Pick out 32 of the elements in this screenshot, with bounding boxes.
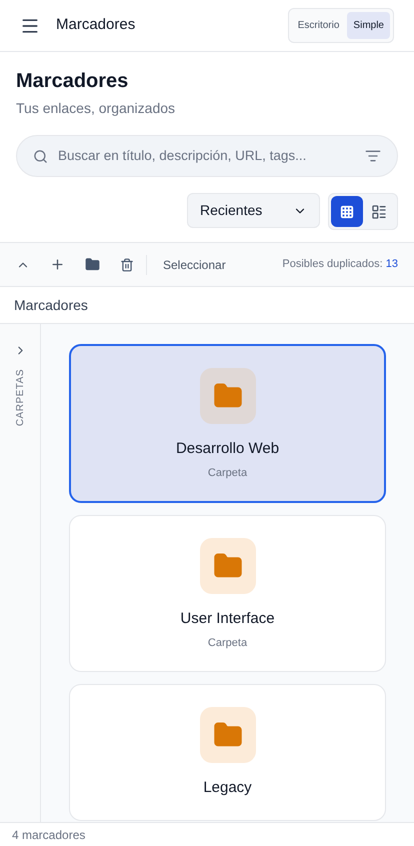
list-icon xyxy=(371,204,387,220)
folder-name: Legacy xyxy=(203,778,252,798)
folder-card[interactable]: Legacy xyxy=(69,684,386,820)
sidebar-label: CARPETAS xyxy=(14,369,26,426)
view-toggle[interactable] xyxy=(331,196,363,227)
folder-type: Carpeta xyxy=(208,636,248,650)
folder-type: Carpeta xyxy=(208,466,248,480)
breadcrumb: Marcadores xyxy=(14,296,88,314)
grid-icon xyxy=(340,204,354,218)
duplicates-label: Posibles duplicados: 13 xyxy=(282,257,398,272)
app-title: Marcadores xyxy=(56,15,136,36)
folder-name: User Interface xyxy=(180,609,275,629)
folder-icon xyxy=(200,368,256,424)
folder-button[interactable] xyxy=(85,257,100,272)
search-bar[interactable]: Buscar en título, descripción, URL, tags... xyxy=(16,135,398,177)
add-button[interactable] xyxy=(50,257,65,272)
folder-icon xyxy=(200,538,256,594)
page-subtitle: Tus enlaces, organizados xyxy=(16,99,176,118)
sort-select[interactable]: Recientes xyxy=(187,193,320,228)
select-button[interactable]: Seleccionar xyxy=(163,256,226,274)
folder-card[interactable]: Desarrollo Web Carpeta xyxy=(69,344,386,503)
search-field[interactable]: Buscar en título, descripción, URL, tags... xyxy=(58,146,355,166)
folder-card[interactable]: User Interface Carpeta xyxy=(69,515,386,672)
mode-tab[interactable]: Simple xyxy=(347,12,390,39)
mode-tab[interactable]: Escritorio xyxy=(292,12,346,39)
filter-icon[interactable] xyxy=(365,148,381,164)
page-title: Marcadores xyxy=(16,69,130,94)
folder-name: Desarrollo Web xyxy=(176,439,280,459)
delete-button[interactable] xyxy=(120,258,134,272)
folder-icon xyxy=(200,707,256,763)
status-text: 4 marcadores xyxy=(12,826,86,844)
search-icon xyxy=(33,148,48,164)
